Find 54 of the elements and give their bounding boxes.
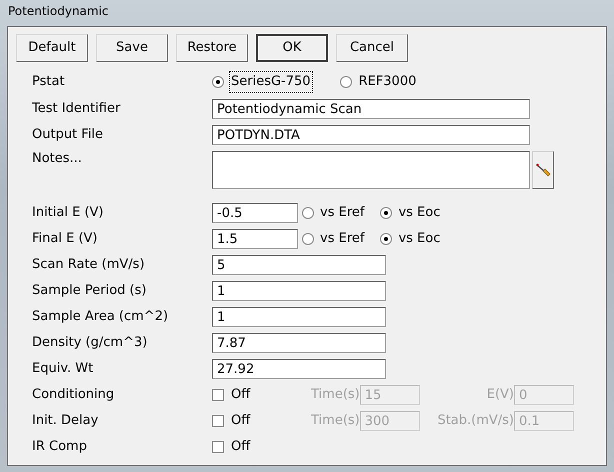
checkbox-label: Off — [231, 412, 252, 430]
field-label: Final E (V) — [32, 230, 98, 248]
radio-label: vs Eref — [320, 230, 364, 248]
field-label: Sample Period (s) — [32, 282, 148, 300]
screwdriver-icon — [535, 162, 551, 178]
notes-field[interactable] — [212, 151, 530, 189]
param-label: Stab.(mV/s) — [437, 412, 514, 430]
field-label: Conditioning — [32, 386, 116, 404]
checkbox[interactable] — [212, 389, 224, 401]
dialog-button[interactable]: Save — [96, 34, 168, 62]
text-field[interactable]: 1 — [212, 307, 386, 327]
checkbox[interactable] — [212, 441, 224, 453]
field-label: Pstat — [32, 73, 66, 92]
checkbox-label: Off — [231, 386, 252, 404]
radio-label: vs Eoc — [398, 204, 440, 222]
text-field[interactable]: Potentiodynamic Scan — [212, 99, 530, 119]
text-field[interactable]: 7.87 — [212, 333, 386, 353]
radio-label: SeriesG-750 — [230, 72, 312, 92]
dialog-button[interactable]: Restore — [176, 34, 248, 62]
text-field[interactable]: 27.92 — [212, 359, 386, 379]
radio-button[interactable] — [302, 233, 314, 245]
field-label: Equiv. Wt — [32, 360, 94, 378]
radio-label: vs Eoc — [398, 230, 440, 248]
dialog-button[interactable]: Cancel — [336, 34, 408, 62]
dialog-button[interactable]: Default — [16, 34, 88, 62]
radio-button[interactable] — [302, 207, 314, 219]
field-label: IR Comp — [32, 438, 88, 456]
checkbox[interactable] — [212, 415, 224, 427]
text-field[interactable]: 1 — [212, 281, 386, 301]
field-label: Density (g/cm^3) — [32, 334, 148, 352]
text-field[interactable]: 5 — [212, 255, 386, 275]
param-label: E(V) — [486, 386, 514, 404]
checkbox-label: Off — [231, 438, 252, 456]
field-label: Init. Delay — [32, 412, 100, 430]
radio-button[interactable] — [380, 207, 392, 219]
field-label: Sample Area (cm^2) — [32, 308, 170, 326]
edit-notes-button[interactable] — [532, 151, 554, 189]
window-title: Potentiodynamic — [7, 3, 110, 20]
param-label: Time(s) — [311, 386, 360, 404]
field-label: Test Identifier — [32, 100, 122, 118]
field-label: Scan Rate (mV/s) — [32, 256, 146, 274]
field-label: Notes... — [32, 150, 83, 168]
field-label: Initial E (V) — [32, 204, 104, 222]
radio-label: vs Eref — [320, 204, 364, 222]
radio-button[interactable] — [380, 233, 392, 245]
dialog-button[interactable]: OK — [256, 34, 328, 62]
field-label: Output File — [32, 126, 104, 144]
param-label: Time(s) — [311, 412, 360, 430]
text-field[interactable]: 1.5 — [212, 229, 298, 249]
radio-label: REF3000 — [358, 73, 418, 92]
text-field[interactable]: POTDYN.DTA — [212, 125, 530, 145]
radio-button[interactable] — [340, 76, 352, 88]
radio-button[interactable] — [212, 76, 224, 88]
text-field[interactable]: -0.5 — [212, 203, 298, 223]
